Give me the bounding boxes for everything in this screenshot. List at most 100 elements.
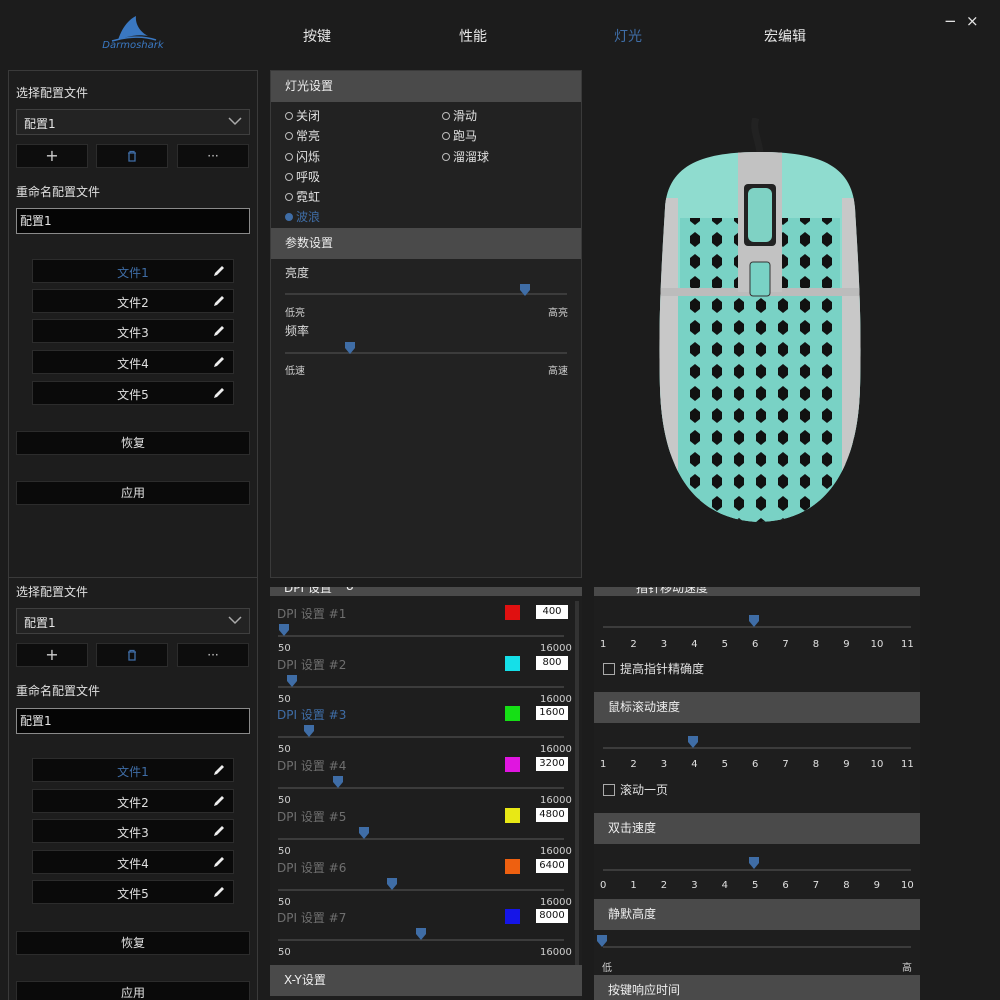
- file-item-1[interactable]: 文件1: [32, 259, 234, 283]
- double-click-slider[interactable]: [603, 869, 911, 871]
- profile-name-input[interactable]: 配置1: [16, 208, 250, 234]
- dpi-level-label[interactable]: DPI 设置 #1: [277, 605, 346, 622]
- dpi-level-label[interactable]: DPI 设置 #2: [277, 656, 346, 673]
- dpi-color-swatch[interactable]: [505, 655, 520, 671]
- pencil-icon[interactable]: [211, 263, 227, 279]
- add-profile-button[interactable]: +: [16, 144, 88, 168]
- add-profile-button[interactable]: +: [16, 643, 88, 667]
- dpi-color-swatch[interactable]: [505, 757, 520, 773]
- frequency-thumb[interactable]: [344, 342, 355, 354]
- dpi-value-input[interactable]: 800: [536, 655, 568, 670]
- dpi-slider-thumb[interactable]: [333, 776, 344, 789]
- scroll-speed-thumb[interactable]: [688, 736, 699, 748]
- dpi-slider-thumb[interactable]: [304, 725, 315, 738]
- dpi-scrollbar[interactable]: [575, 601, 579, 965]
- apply-button[interactable]: 应用: [16, 981, 250, 1000]
- file-item-1[interactable]: 文件1: [32, 758, 234, 782]
- pencil-icon[interactable]: [211, 293, 227, 309]
- file-item-3[interactable]: 文件3: [32, 819, 234, 843]
- restore-button[interactable]: 恢复: [16, 931, 250, 955]
- mode-marquee[interactable]: 跑马: [442, 127, 477, 144]
- slider-tick-label: 9: [843, 759, 850, 770]
- more-options-button[interactable]: ···: [177, 144, 249, 168]
- delete-profile-button[interactable]: [96, 144, 168, 168]
- dpi-slider-thumb[interactable]: [278, 624, 289, 636]
- file-item-5[interactable]: 文件5: [32, 880, 234, 904]
- file-item-4[interactable]: 文件4: [32, 350, 234, 374]
- lift-off-slider[interactable]: [603, 946, 911, 948]
- file-item-4[interactable]: 文件4: [32, 850, 234, 874]
- apply-button[interactable]: 应用: [16, 481, 250, 505]
- profile-name-input[interactable]: 配置1: [16, 708, 250, 734]
- dpi-slider[interactable]: [278, 787, 564, 790]
- mode-neon[interactable]: 霓虹: [285, 188, 320, 205]
- dpi-value-input[interactable]: 4800: [536, 807, 568, 822]
- dpi-slider-thumb[interactable]: [358, 826, 369, 839]
- file-item-2[interactable]: 文件2: [32, 289, 234, 313]
- more-options-button[interactable]: ···: [177, 643, 249, 667]
- pencil-icon[interactable]: [211, 854, 227, 870]
- dpi-slider[interactable]: [278, 685, 564, 688]
- dpi-value-input[interactable]: 1600: [536, 706, 568, 721]
- tab-keys[interactable]: 按键: [303, 26, 331, 46]
- dpi-slider[interactable]: [278, 736, 564, 739]
- dpi-value-input[interactable]: 6400: [536, 858, 568, 873]
- mode-yoyo[interactable]: 溜溜球: [442, 148, 489, 165]
- mode-flash[interactable]: 闪烁: [285, 148, 320, 165]
- dpi-level-label[interactable]: DPI 设置 #6: [277, 859, 346, 876]
- delete-profile-button[interactable]: [96, 643, 168, 667]
- mode-static[interactable]: 常亮: [285, 127, 320, 144]
- dpi-level-label[interactable]: DPI 设置 #4: [277, 757, 346, 774]
- profile-select[interactable]: 配置1: [16, 109, 250, 135]
- close-button[interactable]: ×: [966, 12, 979, 30]
- dpi-value-input[interactable]: 3200: [536, 757, 568, 772]
- file-item-5[interactable]: 文件5: [32, 381, 234, 405]
- file-item-3[interactable]: 文件3: [32, 319, 234, 343]
- dpi-color-swatch[interactable]: [505, 807, 520, 823]
- dpi-color-swatch[interactable]: [505, 909, 520, 925]
- tab-macro[interactable]: 宏编辑: [764, 26, 806, 46]
- frequency-slider[interactable]: [285, 352, 567, 354]
- pencil-icon[interactable]: [211, 884, 227, 900]
- dpi-slider-thumb[interactable]: [387, 877, 398, 890]
- double-click-thumb[interactable]: [749, 857, 759, 869]
- dpi-slider-thumb[interactable]: [416, 928, 426, 941]
- pointer-speed-thumb[interactable]: [749, 615, 759, 627]
- dpi-level-label[interactable]: DPI 设置 #7: [277, 909, 346, 926]
- tab-performance[interactable]: 性能: [459, 26, 487, 46]
- profile-select[interactable]: 配置1: [16, 608, 250, 634]
- pencil-icon[interactable]: [211, 385, 227, 401]
- params-header: 参数设置: [271, 228, 581, 259]
- brightness-thumb[interactable]: [519, 284, 530, 296]
- dpi-color-swatch[interactable]: [505, 858, 520, 874]
- pencil-icon[interactable]: [211, 823, 227, 839]
- lift-off-thumb[interactable]: [597, 935, 607, 947]
- dpi-value-input[interactable]: 8000: [536, 909, 568, 924]
- dpi-color-swatch[interactable]: [505, 706, 520, 722]
- scroll-page-checkbox[interactable]: 滚动一页: [603, 781, 668, 798]
- pencil-icon[interactable]: [211, 762, 227, 778]
- dpi-level-label[interactable]: DPI 设置 #5: [277, 808, 346, 825]
- dpi-color-swatch[interactable]: [505, 605, 520, 620]
- dpi-slider[interactable]: [278, 837, 564, 840]
- dpi-value-input[interactable]: 400: [536, 605, 568, 619]
- mode-breath[interactable]: 呼吸: [285, 168, 320, 185]
- restore-button[interactable]: 恢复: [16, 431, 250, 455]
- dpi-slider[interactable]: [278, 888, 564, 891]
- mode-slide[interactable]: 滑动: [442, 107, 477, 124]
- pencil-icon[interactable]: [211, 354, 227, 370]
- mode-off[interactable]: 关闭: [285, 107, 320, 124]
- mode-wave[interactable]: 波浪: [285, 208, 320, 225]
- brand-logo: Darmoshark: [98, 14, 168, 56]
- file-label: 文件1: [117, 765, 149, 779]
- dpi-slider-thumb[interactable]: [287, 674, 298, 687]
- precision-checkbox[interactable]: 提高指针精确度: [603, 660, 704, 677]
- pencil-icon[interactable]: [211, 793, 227, 809]
- tab-lighting[interactable]: 灯光: [614, 26, 642, 46]
- minimize-button[interactable]: −: [944, 12, 957, 30]
- dpi-slider[interactable]: [278, 635, 564, 637]
- scroll-speed-slider[interactable]: [603, 747, 911, 749]
- pencil-icon[interactable]: [211, 323, 227, 339]
- dpi-level-label[interactable]: DPI 设置 #3: [277, 706, 346, 723]
- file-item-2[interactable]: 文件2: [32, 789, 234, 813]
